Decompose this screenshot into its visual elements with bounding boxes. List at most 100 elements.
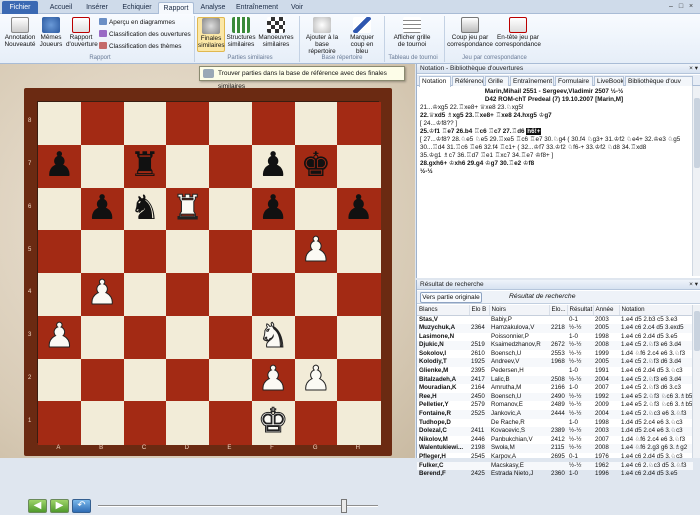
table-row[interactable]: Mouradian,K 2164 Amrutha,M 2166 1-0 2007 1.e4 … xyxy=(417,384,693,393)
ajouter-repertoire-button[interactable]: Ajouter à la base répertoire xyxy=(302,17,342,55)
black-piece[interactable]: ♚ xyxy=(295,145,338,188)
notation-line[interactable]: 21...♔xg5 22.♖xe8+ ♕xe8 23.♘xg5! xyxy=(420,104,688,112)
vers-partie-originale-button[interactable]: Vers partie originale xyxy=(420,292,482,303)
board-square[interactable] xyxy=(38,401,82,445)
classification-themes-button[interactable]: Classification des thèmes xyxy=(99,42,181,51)
board-square[interactable] xyxy=(209,144,253,188)
board-square[interactable] xyxy=(166,102,210,146)
black-piece[interactable]: ♞ xyxy=(124,188,167,231)
white-piece[interactable]: ♚ xyxy=(252,401,295,444)
classification-ouvertures-button[interactable]: Classification des ouvertures xyxy=(99,30,191,39)
board-square[interactable] xyxy=(123,358,167,402)
tab-grille[interactable]: Grille xyxy=(485,76,509,86)
table-row[interactable]: Sokolov,I 2610 Boensch,U 2553 ½-½ 1999 1.d4 ♘f… xyxy=(417,350,693,359)
move-slider-track[interactable] xyxy=(98,505,378,507)
board-square[interactable] xyxy=(38,102,82,146)
board-square[interactable] xyxy=(209,401,253,445)
notation-line[interactable]: 35.♔g1 ♗c7 36.♖d7 ♖e1 ♖xc7 34.♖e7 ♔f8+ ] xyxy=(420,152,688,160)
manoeuvres-similaires-button[interactable]: Manoeuvres similaires xyxy=(257,17,295,48)
column-header[interactable]: Résultat xyxy=(567,305,594,316)
results-scrollbar[interactable] xyxy=(692,305,700,458)
board-square[interactable] xyxy=(337,358,381,402)
marquer-coup-bleu-button[interactable]: Marquer coup en bleu xyxy=(344,17,380,55)
table-row[interactable]: Djukic,N 2519 Ksaimedzhanov,R 2672 ½-½ 2008 1.… xyxy=(417,341,693,350)
table-row[interactable]: Ree,H 2450 Boensch,U 2490 ½-½ 1992 1.e4 e5 2.♘… xyxy=(417,392,693,402)
board-square[interactable] xyxy=(38,358,82,402)
board-square[interactable] xyxy=(337,273,381,317)
black-piece[interactable]: ♟ xyxy=(38,145,81,188)
finales-similaires-button[interactable]: Finales similaires xyxy=(197,17,225,52)
table-row[interactable]: Dolezal,C 2411 Kovacevic,S 2389 ½-½ 2003 1.d4 … xyxy=(417,427,693,436)
tab-voir[interactable]: Voir xyxy=(284,2,310,14)
board-square[interactable] xyxy=(166,144,210,188)
board-square[interactable] xyxy=(166,401,210,445)
board-square[interactable] xyxy=(80,315,124,359)
black-piece[interactable]: ♟ xyxy=(81,188,124,231)
previous-move-button[interactable]: ◀ xyxy=(28,499,47,513)
board-square[interactable] xyxy=(251,102,295,146)
tab-formulaire[interactable]: Formulaire xyxy=(555,76,593,86)
black-piece[interactable]: ♜ xyxy=(124,145,167,188)
board-square[interactable] xyxy=(294,315,338,359)
board-square[interactable] xyxy=(209,315,253,359)
table-row[interactable]: Walentukiewi... 2198 Swoła,M 2115 ½-½ 2008 1.e… xyxy=(417,444,693,453)
board-square[interactable] xyxy=(123,273,167,317)
white-piece[interactable]: ♟ xyxy=(252,358,295,402)
board-square[interactable] xyxy=(294,401,338,445)
tab-notation[interactable]: Notation xyxy=(419,76,451,87)
board-square[interactable] xyxy=(294,273,338,317)
tab-accueil[interactable]: Accueil xyxy=(44,2,78,14)
table-row[interactable]: Muzychuk,A 2364 Hamzakulova,V 2218 ½-½ 2005 1.… xyxy=(417,324,693,333)
column-header[interactable]: Elo... xyxy=(549,305,568,316)
memes-joueurs-button[interactable]: Mêmes Joueurs xyxy=(38,17,64,48)
notation-line[interactable]: 22.♕xd5 ♗xg5 23.♖xe8+ ♖xe8 24.hxg5 ♔g7 xyxy=(420,112,688,120)
table-row[interactable]: Tudhope,D De Rache,R 1-0 1998 1.d4 d5 2.c4 e… xyxy=(417,419,693,428)
chessboard[interactable]: ♟ ♜ ♟ ♚ ♟ ♞ ♜ ♟ ♟ ♟ ♟ ♟ ♞ ♟ ♟ ♚ ABCDEFGH87654321 xyxy=(24,88,392,456)
white-piece[interactable]: ♟ xyxy=(38,315,81,359)
next-move-button[interactable]: ▶ xyxy=(50,499,69,513)
white-piece[interactable]: ♟ xyxy=(81,273,124,316)
board-square[interactable] xyxy=(209,230,253,274)
table-row[interactable]: Bitalzadeh,A 2417 Lalic,B 2508 ½-½ 2004 1.e4 c… xyxy=(417,375,693,385)
table-row[interactable]: Berend,F 2425 Estrada Nieto,J 2360 1-0 1996 1.… xyxy=(417,470,693,479)
minimize-icon[interactable]: – xyxy=(666,2,676,11)
board-square[interactable] xyxy=(209,102,253,146)
board-square[interactable] xyxy=(294,102,338,146)
board-square[interactable] xyxy=(209,273,253,317)
black-piece[interactable]: ♟ xyxy=(252,145,295,188)
table-row[interactable]: Nikolov,M 2446 Panbukchian,V 2412 ½-½ 2007 1.d… xyxy=(417,436,693,445)
notation-scrollbar[interactable] xyxy=(692,86,700,276)
white-piece[interactable]: ♞ xyxy=(252,315,295,359)
table-row[interactable]: Pelletier,Y 2579 Romanov,E 2489 ½-½ 2009 1.e4 … xyxy=(417,401,693,410)
table-row[interactable]: Fontaine,R 2525 Jankovic,A 2444 ½-½ 2004 1.e4 … xyxy=(417,410,693,419)
notation-line[interactable]: [ 24...♔f8?? ] xyxy=(420,120,688,128)
annotation-nouveaute-button[interactable]: Annotation Nouveauté xyxy=(3,17,37,48)
close-icon[interactable]: × ▾ xyxy=(689,64,698,74)
board-square[interactable] xyxy=(209,187,253,231)
entete-correspondance-button[interactable]: En-tête jeu par correspondance xyxy=(494,17,542,48)
tab-echiquier[interactable]: Echiquier xyxy=(118,2,156,14)
structures-similaires-button[interactable]: Structures similaires xyxy=(226,17,256,48)
tab-livebook[interactable]: LiveBook xyxy=(594,76,624,86)
board-square[interactable] xyxy=(337,102,381,146)
board-square[interactable] xyxy=(337,401,381,445)
white-piece[interactable]: ♜ xyxy=(166,187,209,231)
board-square[interactable] xyxy=(337,315,381,359)
tab-fichier[interactable]: Fichier xyxy=(2,1,38,14)
board-square[interactable] xyxy=(38,187,82,231)
black-piece[interactable]: ♟ xyxy=(252,188,295,231)
board-square[interactable] xyxy=(166,315,210,359)
notation-line[interactable]: [ 27...♔f8? 28.♘e5 ♘e5 29.♖xe5 ♖c6 ♖e7 3… xyxy=(420,136,688,144)
column-header[interactable]: Notation xyxy=(619,305,694,316)
close-icon[interactable]: × ▾ xyxy=(689,280,698,290)
board-square[interactable] xyxy=(80,358,124,402)
board-square[interactable] xyxy=(123,102,167,146)
tab-bibliotheque[interactable]: Bibliothèque d'ouv xyxy=(625,76,693,86)
table-row[interactable]: Kolodiy,T 1925 Andreev,V 1968 ½-½ 2005 1.e4 c5… xyxy=(417,358,693,368)
board-square[interactable] xyxy=(38,230,82,274)
board-square[interactable] xyxy=(123,230,167,274)
takeback-button[interactable]: ↶ xyxy=(72,499,91,513)
board-square[interactable] xyxy=(80,230,124,274)
tab-analyse[interactable]: Analyse xyxy=(196,2,230,14)
board-square[interactable] xyxy=(80,401,124,445)
